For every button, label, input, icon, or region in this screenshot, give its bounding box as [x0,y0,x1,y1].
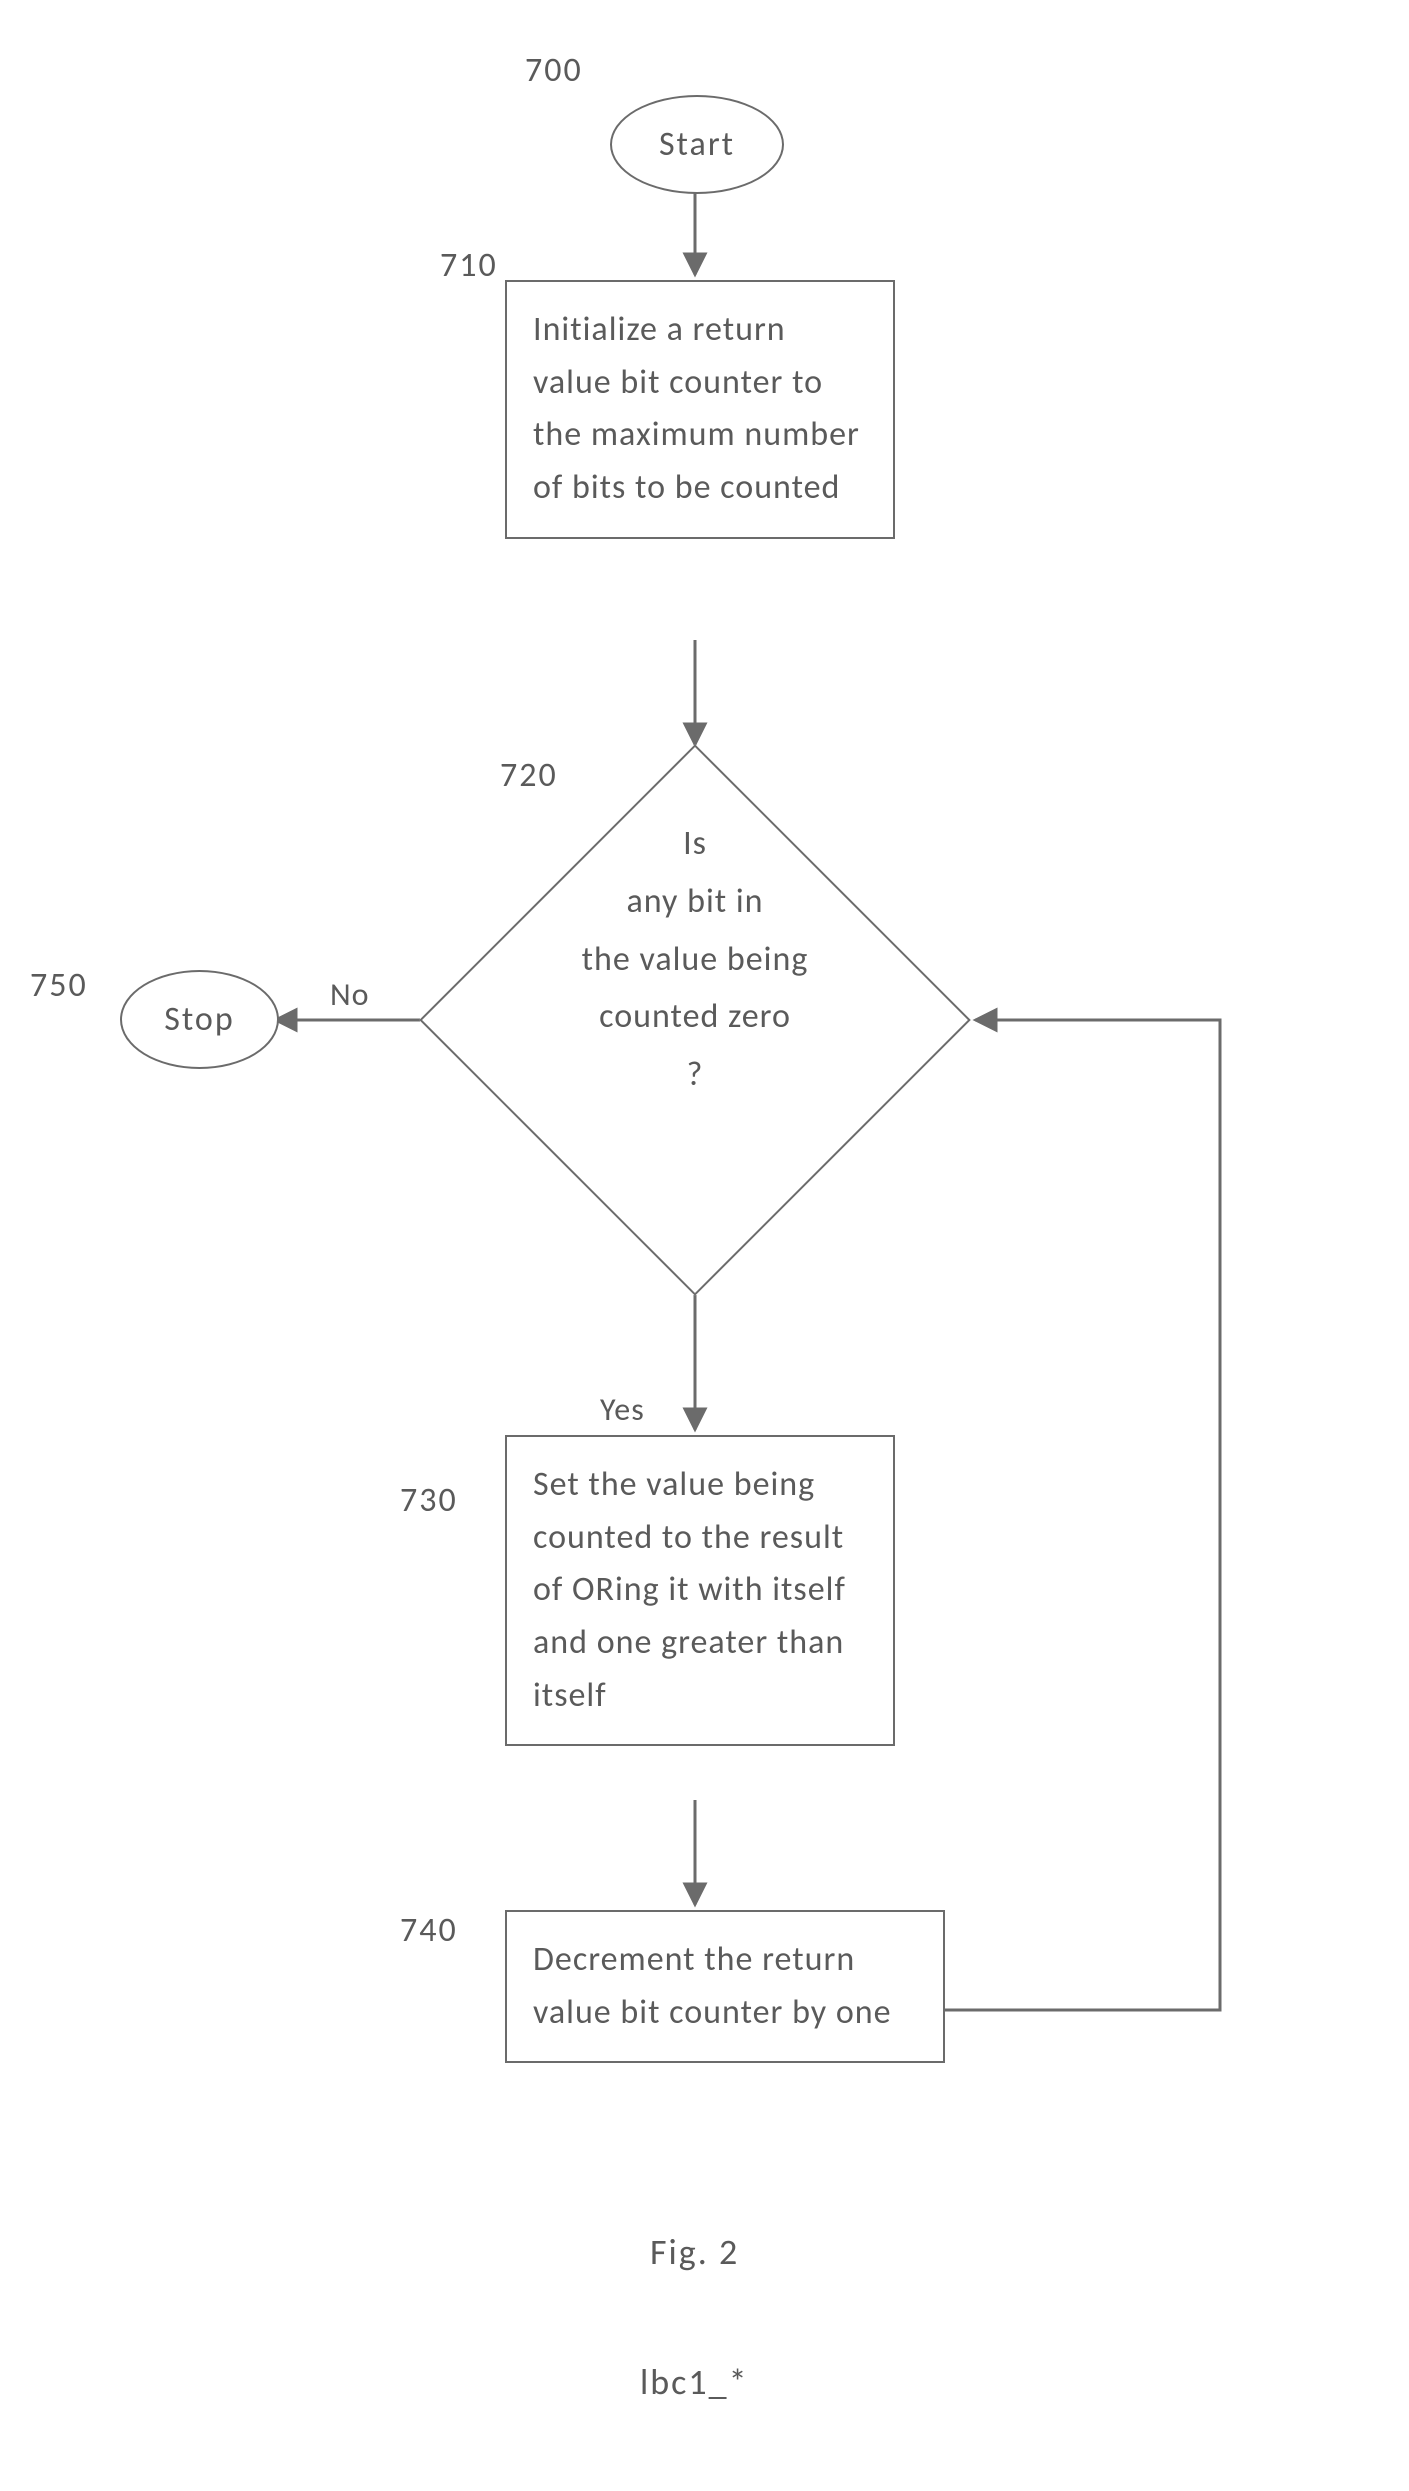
decision-720: Is any bit in the value being counted ze… [420,745,970,1295]
process-730-text: Set the value being counted to the resul… [533,1464,846,1716]
process-710-text: Initialize a return value bit counter to… [533,309,860,508]
flowchart-canvas: 700 Start 710 Initialize a return value … [0,0,1409,2491]
edge-label-no: No [330,975,370,1014]
ref-700: 700 [525,50,583,91]
stop-terminator: Stop [120,970,279,1069]
process-730: Set the value being counted to the resul… [505,1435,895,1746]
stop-label: Stop [164,999,234,1040]
edge-label-yes: Yes [600,1390,645,1429]
start-terminator: Start [610,95,784,194]
figure-caption: Fig. 2 [650,2230,739,2274]
ref-710: 710 [440,245,498,286]
decision-720-text: Is any bit in the value being counted ze… [485,815,905,1104]
process-710: Initialize a return value bit counter to… [505,280,895,539]
ref-750: 750 [30,965,88,1006]
process-740-text: Decrement the return value bit counter b… [533,1939,892,2033]
figure-subcaption: lbc1_* [640,2360,749,2404]
process-740: Decrement the return value bit counter b… [505,1910,945,2063]
ref-730: 730 [400,1480,458,1521]
ref-740: 740 [400,1910,458,1951]
start-label: Start [659,124,735,165]
